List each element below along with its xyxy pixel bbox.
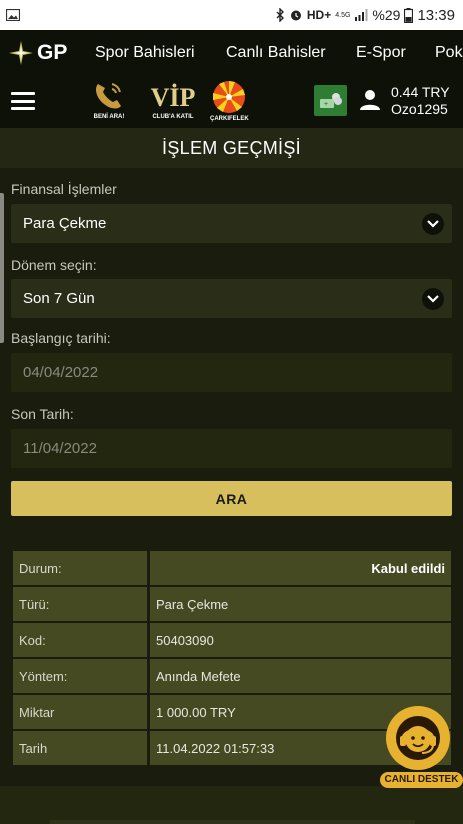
transaction-type-select[interactable]: Para Çekme xyxy=(11,204,452,243)
user-icon[interactable] xyxy=(359,89,381,111)
promo-caption: CLUB'A KATIL xyxy=(152,114,194,120)
battery-icon xyxy=(404,7,414,23)
balance-amount: 0.44 TRY xyxy=(391,84,450,100)
bluetooth-icon xyxy=(276,8,284,22)
nav-item-spor-bahisleri[interactable]: Spor Bahisleri xyxy=(95,44,195,62)
vip-text: VİP xyxy=(151,83,196,112)
status-right: HD+ 4.5G %29 13:39 xyxy=(275,7,455,24)
row-key: Kod: xyxy=(13,623,147,657)
period-value: Son 7 Gün xyxy=(23,290,95,307)
promo-caption: ÇARKIFELEK xyxy=(210,116,249,122)
network-label: HD+ xyxy=(306,8,332,22)
transaction-type-label: Finansal İşlemler xyxy=(11,181,117,197)
table-row: Türü: Para Çekme xyxy=(13,587,451,621)
start-date-value: 04/04/2022 xyxy=(23,364,99,381)
start-date-label: Başlangıç tarihi: xyxy=(11,330,111,346)
promo-wheel[interactable]: ÇARKIFELEK xyxy=(210,80,249,122)
table-row: Durum: Kabul edildi xyxy=(13,551,451,585)
deposit-button[interactable]: + xyxy=(314,85,347,116)
headset-icon xyxy=(396,716,440,760)
vip-icon: VİP xyxy=(151,83,196,112)
row-key: Tarih xyxy=(13,731,147,765)
start-date-field[interactable]: 04/04/2022 xyxy=(11,353,452,392)
row-value: Kabul edildi xyxy=(150,551,451,585)
live-support-label: CANLI DESTEK xyxy=(380,772,463,788)
image-icon xyxy=(6,9,20,21)
row-key: Miktar xyxy=(13,695,147,729)
signal-icon xyxy=(355,9,368,21)
top-nav: GP Spor Bahisleri Canlı Bahisler E-Spor … xyxy=(0,30,463,76)
end-date-value: 11/04/2022 xyxy=(23,440,97,457)
transaction-type-value: Para Çekme xyxy=(23,215,107,232)
promo-vip[interactable]: VİP CLUB'A KATIL xyxy=(146,80,200,120)
status-bar: HD+ 4.5G %29 13:39 xyxy=(0,0,463,30)
network-small-label: 4.5G xyxy=(335,11,351,19)
table-row: Yöntem: Anında Mefete xyxy=(13,659,451,693)
end-date-field[interactable]: 11/04/2022 xyxy=(11,429,452,468)
brand-logo[interactable]: GP xyxy=(0,40,86,66)
row-value: Anında Mefete xyxy=(150,659,451,693)
page-title: İŞLEM GEÇMİŞİ xyxy=(0,128,463,168)
account-header: BENİ ARA! VİP CLUB'A KATIL ÇARKIFELEK + … xyxy=(0,76,463,128)
row-value: Para Çekme xyxy=(150,587,451,621)
row-key: Yöntem: xyxy=(13,659,147,693)
username: Ozo1295 xyxy=(391,101,448,117)
phone-icon xyxy=(96,83,121,109)
promo-call-me[interactable]: BENİ ARA! xyxy=(90,80,128,120)
menu-icon[interactable] xyxy=(11,92,35,110)
battery-percent: %29 xyxy=(372,7,401,23)
star-icon xyxy=(9,41,33,65)
end-date-label: Son Tarih: xyxy=(11,406,74,422)
nav-item-poker[interactable]: Pok xyxy=(435,44,463,62)
period-select[interactable]: Son 7 Gün xyxy=(11,279,452,318)
chevron-down-icon[interactable] xyxy=(422,213,444,235)
nav-item-canli-bahisler[interactable]: Canlı Bahisler xyxy=(226,44,326,62)
status-left xyxy=(6,9,20,21)
wheel-icon xyxy=(213,81,246,113)
live-support-button[interactable]: CANLI DESTEK xyxy=(380,706,463,792)
balance-block[interactable]: 0.44 TRY Ozo1295 xyxy=(391,84,450,118)
row-key: Durum: xyxy=(13,551,147,585)
footer-bar xyxy=(50,820,415,824)
money-icon: + xyxy=(319,92,342,108)
alarm-icon xyxy=(290,10,301,21)
live-support-badge xyxy=(386,706,450,770)
brand-name: GP xyxy=(37,41,68,64)
scroll-handle[interactable] xyxy=(0,193,4,343)
svg-text:+: + xyxy=(324,101,328,108)
table-row: Kod: 50403090 xyxy=(13,623,451,657)
row-key: Türü: xyxy=(13,587,147,621)
promo-caption: BENİ ARA! xyxy=(93,114,125,120)
clock: 13:39 xyxy=(417,6,455,24)
nav-item-e-spor[interactable]: E-Spor xyxy=(356,44,406,62)
period-label: Dönem seçin: xyxy=(11,257,97,273)
search-button[interactable]: ARA xyxy=(11,481,452,516)
chevron-down-icon[interactable] xyxy=(422,288,444,310)
row-value: 50403090 xyxy=(150,623,451,657)
